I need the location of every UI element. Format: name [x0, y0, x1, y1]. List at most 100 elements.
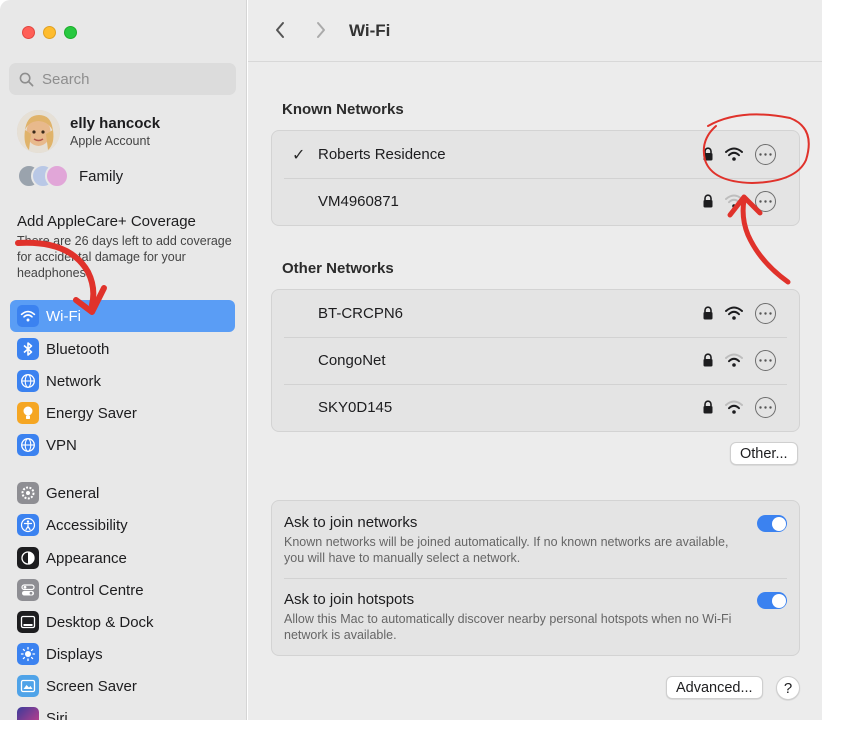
lock-icon	[703, 194, 713, 208]
setting-title: Ask to join hotspots	[284, 591, 415, 608]
sidebar-item-accessibility[interactable]: Accessibility	[10, 509, 235, 541]
lock-icon	[703, 306, 713, 320]
family-avatars	[17, 164, 69, 188]
sidebar-item-label: Accessibility	[46, 516, 128, 534]
applecare-promo[interactable]: Add AppleCare+ Coverage There are 26 day…	[17, 213, 232, 281]
more-options-icon[interactable]	[755, 303, 776, 324]
sidebar-item-label: Displays	[46, 645, 103, 663]
sidebar-item-label: VPN	[46, 436, 77, 454]
window-controls	[22, 26, 77, 39]
sidebar: elly hancock Apple Account Family Add Ap…	[0, 0, 247, 720]
lightbulb-icon	[17, 402, 39, 424]
other-networks-heading: Other Networks	[282, 260, 394, 277]
family-item[interactable]: Family	[17, 164, 123, 188]
sidebar-item-label: Desktop & Dock	[46, 613, 154, 631]
wifi-signal-icon	[725, 400, 743, 414]
sidebar-item-appearance[interactable]: Appearance	[10, 542, 235, 574]
network-name: VM4960871	[318, 193, 399, 210]
forward-icon[interactable]	[315, 20, 327, 40]
accessibility-icon	[17, 514, 39, 536]
sidebar-item-network[interactable]: Network	[10, 365, 235, 397]
bluetooth-icon	[17, 338, 39, 360]
sidebar-item-label: Wi-Fi	[46, 307, 81, 325]
known-networks-list: ✓ Roberts Residence VM4960871	[271, 130, 800, 226]
close-button[interactable]	[22, 26, 35, 39]
network-name: SKY0D145	[318, 399, 393, 416]
sidebar-item-screen-saver[interactable]: Screen Saver	[10, 670, 235, 702]
network-name: BT-CRCPN6	[318, 305, 404, 322]
wifi-signal-icon	[725, 147, 743, 161]
sidebar-item-displays[interactable]: Displays	[10, 638, 235, 670]
setting-description: Allow this Mac to automatically discover…	[284, 612, 732, 642]
sidebar-item-bluetooth[interactable]: Bluetooth	[10, 333, 235, 365]
setting-title: Ask to join networks	[284, 514, 418, 531]
ask-join-networks-toggle[interactable]	[757, 515, 787, 532]
sidebar-item-wifi[interactable]: Wi-Fi	[10, 300, 235, 332]
gear-icon	[17, 482, 39, 504]
advanced-button[interactable]: Advanced...	[666, 676, 763, 699]
avatar	[17, 110, 60, 153]
settings-window: elly hancock Apple Account Family Add Ap…	[0, 0, 822, 720]
network-row[interactable]: BT-CRCPN6	[272, 290, 799, 337]
join-settings-group: Ask to join networks Known networks will…	[271, 500, 800, 656]
lock-icon	[703, 353, 713, 367]
lock-icon	[703, 400, 713, 414]
other-network-button[interactable]: Other...	[730, 442, 798, 465]
more-options-icon[interactable]	[755, 191, 776, 212]
sun-icon	[17, 643, 39, 665]
lock-icon	[703, 147, 713, 161]
apple-account[interactable]: elly hancock Apple Account	[17, 110, 160, 153]
screen-saver-icon	[17, 675, 39, 697]
ask-join-hotspots-row: Ask to join hotspots Allow this Mac to a…	[272, 578, 799, 655]
back-icon[interactable]	[274, 20, 286, 40]
wifi-signal-icon	[725, 194, 743, 208]
globe-icon	[17, 434, 39, 456]
page-title: Wi-Fi	[349, 21, 391, 40]
sidebar-item-label: Control Centre	[46, 581, 144, 599]
sidebar-item-label: Bluetooth	[46, 340, 110, 358]
appearance-icon	[17, 547, 39, 569]
search-icon	[19, 72, 34, 86]
zoom-button[interactable]	[64, 26, 77, 39]
dock-icon	[17, 611, 39, 633]
sidebar-item-general[interactable]: General	[10, 477, 235, 509]
known-networks-heading: Known Networks	[282, 101, 404, 118]
minimize-button[interactable]	[43, 26, 56, 39]
more-options-icon[interactable]	[755, 144, 776, 165]
sidebar-item-label: Screen Saver	[46, 677, 137, 695]
network-row[interactable]: CongoNet	[272, 337, 799, 384]
other-networks-list: BT-CRCPN6 CongoNet SKY0D145	[271, 289, 800, 432]
sidebar-item-label: Network	[46, 372, 102, 390]
connected-checkmark: ✓	[292, 146, 306, 164]
more-options-icon[interactable]	[755, 350, 776, 371]
sidebar-item-label: Appearance	[46, 549, 127, 567]
sidebar-item-label: General	[46, 484, 100, 502]
search-field[interactable]	[9, 63, 236, 95]
sidebar-item-control-centre[interactable]: Control Centre	[10, 574, 235, 606]
account-subtitle: Apple Account	[70, 134, 150, 148]
wifi-icon	[17, 305, 39, 327]
toolbar: Wi-Fi	[248, 0, 822, 62]
network-name: CongoNet	[318, 352, 386, 369]
sidebar-item-desktop-dock[interactable]: Desktop & Dock	[10, 606, 235, 638]
network-row[interactable]: ✓ Roberts Residence	[272, 131, 799, 178]
wifi-signal-icon	[725, 306, 743, 320]
search-input[interactable]	[42, 70, 222, 88]
control-centre-icon	[17, 579, 39, 601]
more-options-icon[interactable]	[755, 397, 776, 418]
sidebar-item-vpn[interactable]: VPN	[10, 429, 235, 461]
applecare-title: Add AppleCare+ Coverage	[17, 213, 196, 230]
network-row[interactable]: SKY0D145	[272, 384, 799, 431]
sidebar-item-siri[interactable]: Siri	[10, 702, 235, 720]
sidebar-item-label: Energy Saver	[46, 404, 137, 422]
ask-join-hotspots-toggle[interactable]	[757, 592, 787, 609]
family-label: Family	[79, 167, 124, 185]
help-button[interactable]: ?	[776, 676, 800, 700]
sidebar-item-energy-saver[interactable]: Energy Saver	[10, 397, 235, 429]
account-name: elly hancock	[70, 115, 161, 132]
globe-icon	[17, 370, 39, 392]
network-row[interactable]: VM4960871	[272, 178, 799, 225]
wifi-signal-icon	[725, 353, 743, 367]
siri-icon	[17, 707, 39, 720]
setting-description: Known networks will be joined automatica…	[284, 535, 729, 565]
